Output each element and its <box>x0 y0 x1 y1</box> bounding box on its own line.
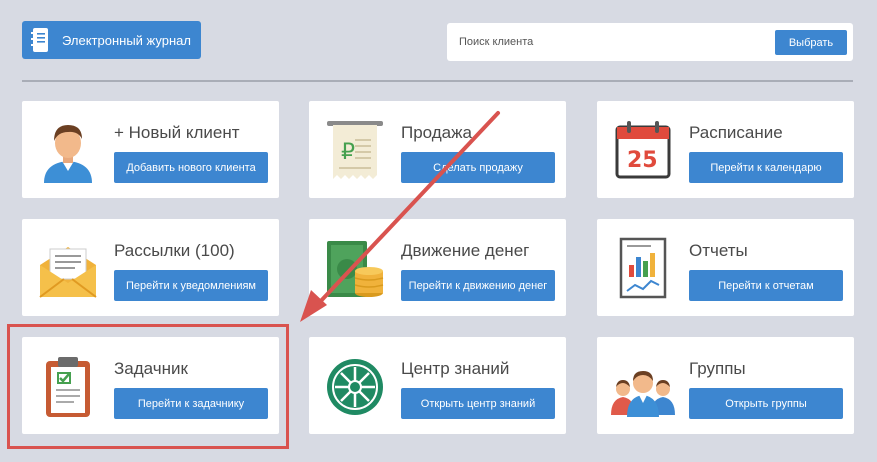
journal-button[interactable]: Электронный журнал <box>22 21 201 59</box>
card-title: Движение денег <box>401 241 530 260</box>
card-new-client: + Новый клиент Добавить нового клиента <box>22 101 279 198</box>
go-to-reports-button[interactable]: Перейти к отчетам <box>689 270 843 301</box>
card-title: Группы <box>689 359 746 378</box>
highlight-box <box>7 324 289 449</box>
svg-text:₽: ₽ <box>341 140 355 165</box>
card-title: Продажа <box>401 123 472 142</box>
card-title: Рассылки (100) <box>114 241 235 260</box>
card-knowledge-center: Центр знаний Открыть центр знаний <box>309 337 566 434</box>
go-to-notifications-button[interactable]: Перейти к уведомлениям <box>114 270 268 301</box>
notebook-icon <box>31 28 48 52</box>
card-title: Отчеты <box>689 241 748 260</box>
add-client-button[interactable]: Добавить нового клиента <box>114 152 268 183</box>
open-groups-button[interactable]: Открыть группы <box>689 388 843 419</box>
journal-label: Электронный журнал <box>62 32 191 48</box>
search-box: Выбрать <box>447 23 853 61</box>
calendar-day: 25 <box>627 148 658 173</box>
card-schedule: 25 Расписание Перейти к календарю <box>597 101 854 198</box>
card-sale: ₽ Продажа Сделать продажу <box>309 101 566 198</box>
card-title: + Новый клиент <box>114 123 240 142</box>
envelope-icon <box>39 247 97 298</box>
card-groups: Группы Открыть группы <box>597 337 854 434</box>
card-mailings: Рассылки (100) Перейти к уведомлениям <box>22 219 279 316</box>
receipt-icon: ₽ <box>327 121 383 179</box>
card-money-flow: Движение денег Перейти к движению денег <box>309 219 566 316</box>
divider <box>22 80 853 82</box>
select-button[interactable]: Выбрать <box>775 30 847 55</box>
search-input[interactable] <box>457 35 761 49</box>
open-knowledge-center-button[interactable]: Открыть центр знаний <box>401 388 555 419</box>
card-reports: Отчеты Перейти к отчетам <box>597 219 854 316</box>
go-to-money-flow-button[interactable]: Перейти к движению денег <box>401 270 555 301</box>
calendar-icon: 25 <box>615 121 671 179</box>
report-icon <box>619 237 667 299</box>
group-icon <box>611 371 675 417</box>
card-title: Центр знаний <box>401 359 510 378</box>
money-icon <box>327 241 384 297</box>
card-title: Расписание <box>689 123 783 142</box>
person-icon <box>44 125 92 183</box>
go-to-calendar-button[interactable]: Перейти к календарю <box>689 152 843 183</box>
knowledge-icon <box>327 359 383 415</box>
make-sale-button[interactable]: Сделать продажу <box>401 152 555 183</box>
